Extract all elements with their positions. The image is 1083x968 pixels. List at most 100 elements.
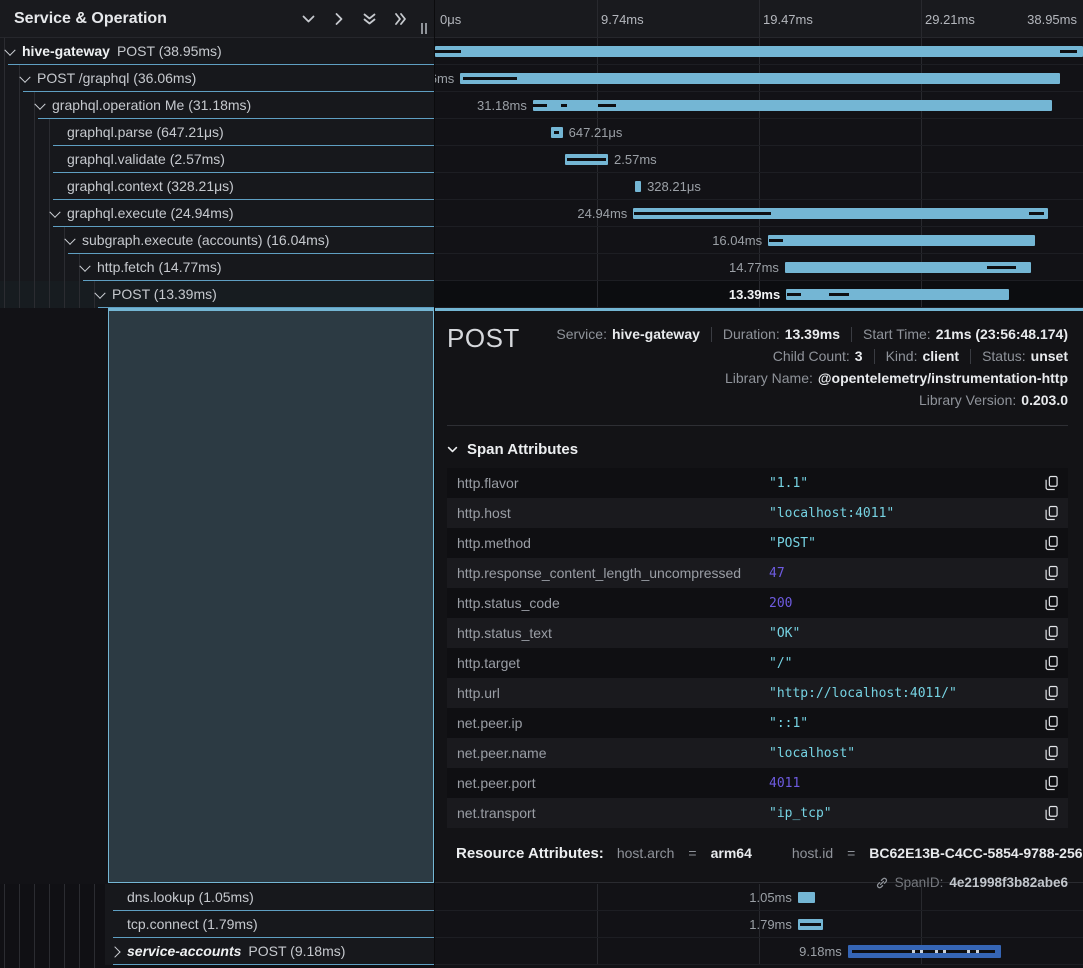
attribute-key: net.peer.port <box>457 775 769 791</box>
span-tree-row[interactable]: service-accountsPOST (9.18ms) <box>0 938 434 965</box>
copy-icon[interactable] <box>1045 745 1058 761</box>
timeline-ruler: 0μs9.74ms19.47ms29.21ms38.95ms <box>435 0 1083 38</box>
attribute-value: "localhost:4011" <box>769 506 894 521</box>
span-tree-row[interactable]: POST (13.39ms) <box>0 281 434 308</box>
span-bar[interactable] <box>565 154 608 165</box>
double-chevron-down-icon[interactable] <box>362 12 377 26</box>
span-tree-row[interactable]: graphql.operation Me (31.18ms) <box>0 92 434 119</box>
copy-button[interactable] <box>1045 595 1058 611</box>
timeline-bar-row[interactable]: 31.18ms <box>435 92 1083 119</box>
span-tree-row[interactable]: graphql.parse (647.21μs) <box>0 119 434 146</box>
span-tree-row[interactable]: graphql.validate (2.57ms) <box>0 146 434 173</box>
copy-icon[interactable] <box>1045 805 1058 821</box>
span-attributes-header[interactable]: Span Attributes <box>447 439 1068 459</box>
chevron-down-icon[interactable] <box>34 98 45 109</box>
timeline-bar-row[interactable]: 13.39ms <box>435 281 1083 308</box>
resource-attributes-row[interactable]: Resource Attributes: host.arch=arm64host… <box>447 843 1068 863</box>
chevron-right-icon[interactable] <box>109 946 120 957</box>
copy-button[interactable] <box>1045 715 1058 731</box>
timeline-bar-row[interactable]: 38.95ms <box>435 38 1083 65</box>
chevron-down-icon[interactable] <box>49 206 60 217</box>
copy-button[interactable] <box>1045 745 1058 761</box>
timeline-bar-row[interactable]: 2.57ms <box>435 146 1083 173</box>
timeline-bar-row[interactable]: 328.21μs <box>435 173 1083 200</box>
span-bar[interactable] <box>786 289 1009 300</box>
attribute-value: "http://localhost:4011/" <box>769 686 957 701</box>
indent-guide <box>4 281 5 308</box>
copy-icon[interactable] <box>1045 625 1058 641</box>
chevron-down-icon[interactable] <box>64 233 75 244</box>
resource-value: arm64 <box>711 845 752 861</box>
meta-label: Service: <box>556 326 607 342</box>
chevron-right-icon[interactable] <box>332 12 346 26</box>
copy-button[interactable] <box>1045 505 1058 521</box>
copy-icon[interactable] <box>1045 715 1058 731</box>
pane-resize-handle[interactable] <box>421 23 427 34</box>
timeline-bar-row[interactable]: 14.77ms <box>435 254 1083 281</box>
timeline-bar-row[interactable]: 647.21μs <box>435 119 1083 146</box>
span-bar[interactable] <box>460 73 1060 84</box>
chevron-down-icon[interactable] <box>94 287 105 298</box>
span-tree-row[interactable]: subgraph.execute (accounts) (16.04ms) <box>0 227 434 254</box>
span-bar[interactable] <box>635 181 641 192</box>
copy-button[interactable] <box>1045 685 1058 701</box>
timeline-bar-row[interactable]: 9.18ms <box>435 938 1083 965</box>
meta-label: Duration: <box>723 326 780 342</box>
copy-icon[interactable] <box>1045 685 1058 701</box>
copy-button[interactable] <box>1045 775 1058 791</box>
span-tree-row[interactable]: dns.lookup (1.05ms) <box>0 884 434 911</box>
service-name: hive-gateway <box>22 43 110 59</box>
meta-divider <box>970 349 971 364</box>
span-bar[interactable] <box>848 945 1001 958</box>
copy-button[interactable] <box>1045 655 1058 671</box>
bar-duration-label: 2.57ms <box>614 146 657 173</box>
span-bar[interactable] <box>633 208 1048 219</box>
link-icon[interactable] <box>875 876 889 890</box>
span-tree-row[interactable]: graphql.context (328.21μs) <box>0 173 434 200</box>
copy-button[interactable] <box>1045 625 1058 641</box>
attribute-key: http.url <box>457 685 769 701</box>
copy-icon[interactable] <box>1045 475 1058 491</box>
copy-icon[interactable] <box>1045 655 1058 671</box>
span-bar[interactable] <box>533 100 1052 111</box>
copy-button[interactable] <box>1045 475 1058 491</box>
span-name-label: graphql.execute (24.94ms) <box>67 200 234 226</box>
chevron-down-icon[interactable] <box>79 260 90 271</box>
span-bar[interactable] <box>785 262 1031 273</box>
timeline-bar-row[interactable]: 36.06ms <box>435 65 1083 92</box>
child-span-mark <box>567 158 605 161</box>
copy-button[interactable] <box>1045 565 1058 581</box>
chevron-down-icon[interactable] <box>19 71 30 82</box>
copy-icon[interactable] <box>1045 595 1058 611</box>
span-bar[interactable] <box>551 127 563 138</box>
ruler-tick-label: 0μs <box>440 12 461 27</box>
span-tree-row[interactable]: POST /graphql (36.06ms) <box>0 65 434 92</box>
pane-divider[interactable] <box>434 0 435 968</box>
span-bar[interactable] <box>798 892 815 903</box>
timeline-bar-row[interactable]: 24.94ms <box>435 200 1083 227</box>
copy-icon[interactable] <box>1045 565 1058 581</box>
chevron-down-icon[interactable] <box>301 12 316 26</box>
copy-button[interactable] <box>1045 535 1058 551</box>
span-tree-row[interactable]: tcp.connect (1.79ms) <box>0 911 434 938</box>
span-bar[interactable] <box>768 235 1035 246</box>
copy-icon[interactable] <box>1045 535 1058 551</box>
bar-duration-label: 16.04ms <box>712 227 762 254</box>
timeline-bar-row[interactable]: 1.79ms <box>435 911 1083 938</box>
span-tree-row[interactable]: hive-gatewayPOST (38.95ms) <box>0 38 434 65</box>
attribute-value: 47 <box>769 566 785 581</box>
timeline-bar-row[interactable]: 16.04ms <box>435 227 1083 254</box>
span-bar[interactable] <box>798 919 823 930</box>
copy-icon[interactable] <box>1045 505 1058 521</box>
copy-icon[interactable] <box>1045 775 1058 791</box>
chevron-down-icon[interactable] <box>4 44 15 55</box>
span-tree-row[interactable]: service-accountsPOST (9.18ms) <box>0 938 434 965</box>
span-tree-row[interactable]: graphql.execute (24.94ms) <box>0 200 434 227</box>
span-tree-row[interactable]: tcp.connect (1.79ms) <box>0 911 434 938</box>
span-tree-row[interactable]: dns.lookup (1.05ms) <box>0 884 434 911</box>
span-tree-row[interactable]: http.fetch (14.77ms) <box>0 254 434 281</box>
meta-label: Start Time: <box>863 326 931 342</box>
copy-button[interactable] <box>1045 805 1058 821</box>
span-bar[interactable] <box>435 46 1083 57</box>
double-chevron-right-icon[interactable] <box>393 12 408 26</box>
